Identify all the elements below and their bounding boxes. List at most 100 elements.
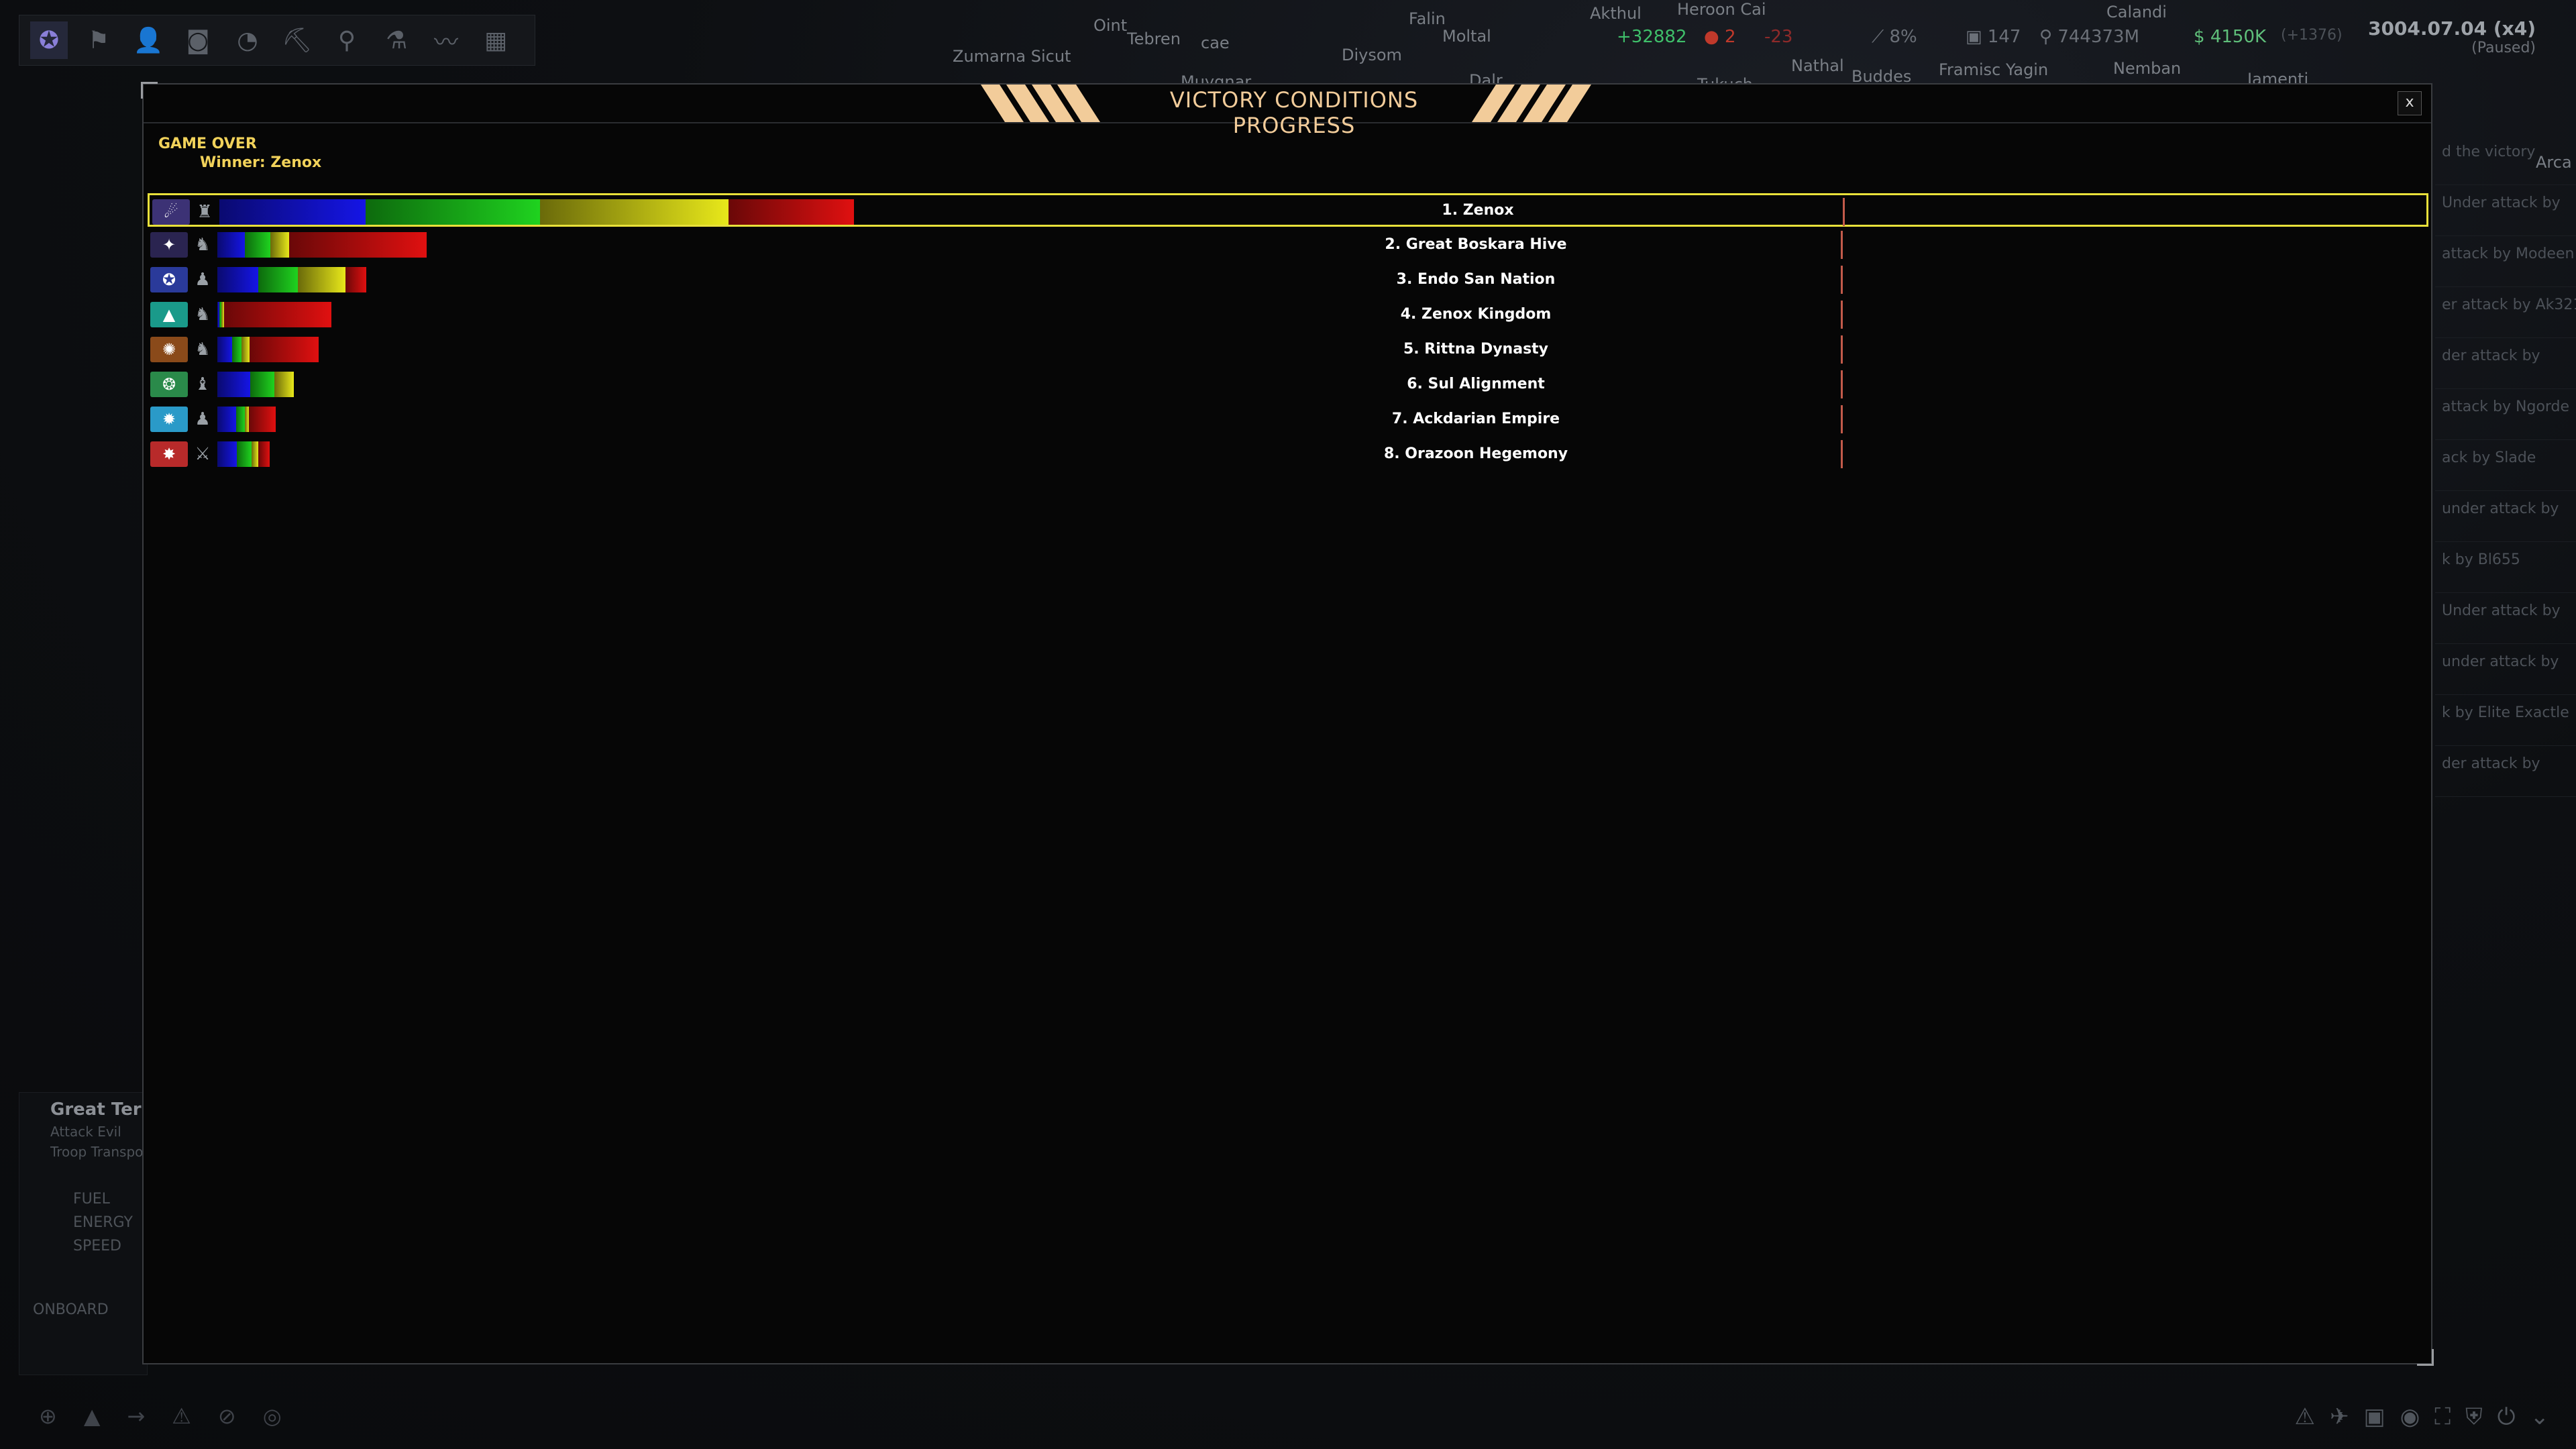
move-arrow-icon[interactable]: → bbox=[127, 1403, 145, 1429]
progress-segment-green bbox=[235, 407, 246, 432]
victory-threshold-line bbox=[1841, 301, 1843, 329]
pickaxe-icon[interactable]: ⛏ bbox=[278, 21, 316, 59]
empire-emblem-icon[interactable]: ✪ bbox=[30, 21, 68, 59]
wave-icon[interactable]: 〰 bbox=[427, 21, 465, 59]
power-icon[interactable]: ⏻ bbox=[2498, 1403, 2516, 1430]
map-system-label[interactable]: Diysom bbox=[1342, 46, 1402, 64]
map-system-label[interactable]: Framisc Yagin bbox=[1939, 60, 2048, 79]
victory-threshold-line bbox=[1843, 198, 1845, 226]
pin-icon[interactable]: ⚲ bbox=[328, 21, 366, 59]
faction-name: 2. Great Boskara Hive bbox=[1385, 236, 1567, 253]
shield-icon[interactable]: ⛨ bbox=[2465, 1403, 2483, 1430]
map-system-label[interactable]: Moltal bbox=[1442, 27, 1491, 46]
person-icon[interactable]: 👤 bbox=[129, 21, 167, 59]
faction-row[interactable]: ▲ ♞ 4. Zenox Kingdom bbox=[148, 298, 2428, 333]
progress-segment-yellow bbox=[298, 267, 346, 292]
progress-segment-red bbox=[345, 267, 367, 292]
leader-avatar: ♞ bbox=[195, 305, 211, 325]
map-system-label[interactable]: Calandi bbox=[2106, 3, 2167, 21]
winner-text: Winner: Zenox bbox=[200, 154, 322, 171]
eye-icon[interactable]: ◉ bbox=[2400, 1403, 2420, 1430]
warning-icon[interactable]: ⚠ bbox=[172, 1403, 191, 1429]
map-system-label[interactable]: Akthul bbox=[1590, 4, 1642, 23]
faction-row[interactable]: ✪ ♟ 3. Endo San Nation bbox=[148, 263, 2428, 298]
event-log-row[interactable]: Under attack by bbox=[2435, 593, 2576, 644]
camera-icon[interactable]: ◙ bbox=[179, 21, 217, 59]
modal-header: VICTORY CONDITIONS PROGRESS x bbox=[144, 85, 2431, 138]
event-log-row[interactable]: Under attack by bbox=[2435, 185, 2576, 236]
building-icon[interactable]: ▦ bbox=[477, 21, 515, 59]
cancel-icon[interactable]: ⊘ bbox=[218, 1403, 236, 1429]
collapse-icon[interactable]: ⌄ bbox=[2530, 1403, 2550, 1430]
alert-icon[interactable]: ⚠ bbox=[2295, 1403, 2315, 1430]
faction-row[interactable]: ✹ ♟ 7. Ackdarian Empire bbox=[148, 402, 2428, 437]
event-log-row[interactable]: der attack by bbox=[2435, 746, 2576, 797]
fuel-label: FUEL bbox=[73, 1191, 110, 1208]
dynasty-emblem-icon: ✺ bbox=[150, 337, 188, 362]
fleet-icon[interactable]: ⊕ bbox=[39, 1403, 57, 1429]
flag-icon[interactable]: ⚑ bbox=[80, 21, 117, 59]
hegemony-emblem-icon: ✸ bbox=[150, 441, 188, 467]
event-log-row[interactable]: der attack by bbox=[2435, 338, 2576, 389]
faction-row[interactable]: ✦ ♞ 2. Great Boskara Hive bbox=[148, 228, 2428, 263]
faction-row[interactable]: ❂ ♝ 6. Sul Alignment bbox=[148, 368, 2428, 402]
progress-segment-red bbox=[729, 199, 854, 225]
progress-segment-red bbox=[223, 302, 331, 327]
progress-segment-green bbox=[232, 337, 242, 362]
event-log-row[interactable]: er attack by Ak321 bbox=[2435, 287, 2576, 338]
progress-segment-red bbox=[249, 407, 276, 432]
modal-title: VICTORY CONDITIONS PROGRESS bbox=[1169, 87, 1419, 138]
resize-handle[interactable] bbox=[2417, 1349, 2434, 1366]
speedometer-icon[interactable]: ◔ bbox=[229, 21, 266, 59]
hive-emblem-icon: ✦ bbox=[150, 232, 188, 258]
event-log-row[interactable]: attack by Ngorde bbox=[2435, 389, 2576, 440]
map-system-label[interactable]: Zumarna Sicut bbox=[953, 47, 1071, 66]
target-icon[interactable]: ◎ bbox=[263, 1403, 282, 1429]
flask-icon[interactable]: ⚗ bbox=[378, 21, 415, 59]
event-log-row[interactable]: ack by Slade bbox=[2435, 440, 2576, 491]
event-log-row[interactable]: attack by Modeen 1 bbox=[2435, 236, 2576, 287]
event-log-row[interactable]: k by Elite Exactle bbox=[2435, 695, 2576, 746]
progress-segment-blue bbox=[217, 337, 233, 362]
faction-name: 7. Ackdarian Empire bbox=[1391, 411, 1560, 427]
map-system-label[interactable]: Heroon Cai bbox=[1677, 0, 1766, 19]
leader-avatar: ♜ bbox=[197, 202, 213, 222]
leader-avatar: ♝ bbox=[195, 374, 211, 394]
progress-segment-yellow bbox=[251, 441, 258, 467]
event-log-row[interactable]: under attack by bbox=[2435, 644, 2576, 695]
game-date[interactable]: 3004.07.04 (x4) (Paused) bbox=[2368, 17, 2536, 56]
progress-segment-green bbox=[366, 199, 541, 225]
leader-avatar: ♟ bbox=[195, 270, 211, 290]
faction-row[interactable]: ✸ ⚔ 8. Orazoon Hegemony bbox=[148, 437, 2428, 472]
close-button[interactable]: x bbox=[2398, 91, 2422, 115]
triangle-icon[interactable]: ▲ bbox=[84, 1403, 101, 1429]
faction-row[interactable]: ✺ ♞ 5. Rittna Dynasty bbox=[148, 333, 2428, 368]
main-toolbar: ✪ ⚑ 👤 ◙ ◔ ⛏ ⚲ ⚗ 〰 ▦ bbox=[19, 15, 535, 66]
progress-segment-green bbox=[258, 267, 299, 292]
zenox-emblem-icon: ☄ bbox=[152, 199, 190, 225]
faction-name: 6. Sul Alignment bbox=[1407, 376, 1545, 392]
progress-segment-yellow bbox=[241, 337, 250, 362]
map-system-label[interactable]: Nemban bbox=[2113, 59, 2181, 78]
event-log-row[interactable]: under attack by bbox=[2435, 491, 2576, 542]
map-system-label[interactable]: Nathal bbox=[1791, 56, 1844, 75]
map-system-label[interactable]: Tebren bbox=[1127, 30, 1181, 48]
event-log-row[interactable]: k by Bl655 bbox=[2435, 542, 2576, 593]
fullscreen-icon[interactable]: ⛶ bbox=[2434, 1403, 2451, 1430]
camera-icon[interactable]: ▣ bbox=[2363, 1403, 2385, 1430]
victory-threshold-line bbox=[1841, 440, 1843, 468]
progress-segment-blue bbox=[219, 199, 366, 225]
faction-name: 4. Zenox Kingdom bbox=[1400, 306, 1552, 323]
map-system-label[interactable]: cae bbox=[1201, 34, 1230, 52]
alert-delta: -23 bbox=[1764, 27, 1793, 47]
progress-segment-blue bbox=[217, 232, 246, 258]
population-readout: ⚲ 744373M bbox=[2039, 27, 2139, 47]
faction-row[interactable]: ☄ ♜ 1. Zenox bbox=[148, 193, 2428, 227]
leader-avatar: ♟ bbox=[195, 409, 211, 429]
victory-threshold-line bbox=[1841, 405, 1843, 433]
map-system-label[interactable]: Oint bbox=[1093, 16, 1127, 35]
map-system-label[interactable]: Falin bbox=[1409, 9, 1446, 28]
rocket-icon[interactable]: ✈ bbox=[2330, 1403, 2349, 1430]
victory-conditions-modal: VICTORY CONDITIONS PROGRESS x GAME OVER … bbox=[141, 82, 2434, 1366]
event-log-row[interactable]: d the victory bbox=[2435, 134, 2576, 185]
